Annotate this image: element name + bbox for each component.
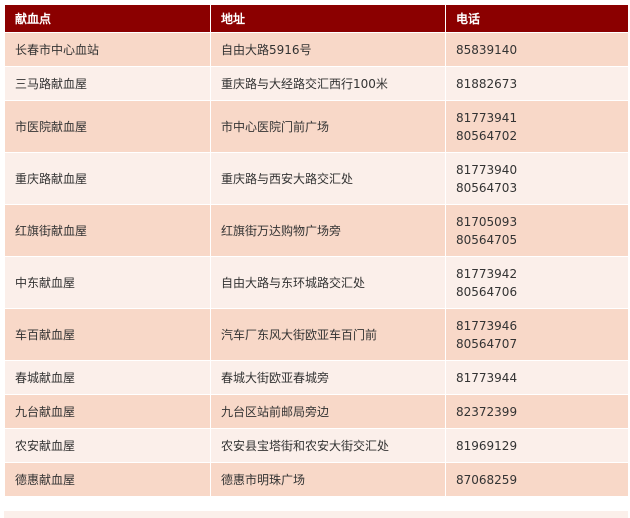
phone-number: 80564705 xyxy=(456,232,518,247)
table-row: 三马路献血屋 重庆路与大经路交汇西行100米 81882673 xyxy=(4,66,629,101)
table-row: 农安献血屋 农安县宝塔街和农安大街交汇处 81969129 xyxy=(4,428,629,463)
table-bottom-band xyxy=(4,511,628,518)
address-cell: 九台区站前邮局旁边 xyxy=(210,394,446,429)
table-row: 中东献血屋 自由大路与东环城路交汇处 81773942 80564706 xyxy=(4,256,629,309)
phone-cell: 81773941 80564702 xyxy=(445,100,629,153)
address-cell: 自由大路与东环城路交汇处 xyxy=(210,256,446,309)
table-row: 重庆路献血屋 重庆路与西安大路交汇处 81773940 80564703 xyxy=(4,152,629,205)
phone-number: 81882673 xyxy=(456,76,518,91)
blood-donation-sites-table: 献血点 地址 电话 长春市中心血站 自由大路5916号 85839140 三马路献血屋… xyxy=(4,4,629,497)
table-row: 春城献血屋 春城大街欧亚春城旁 81773944 xyxy=(4,360,629,395)
address-cell: 红旗街万达购物广场旁 xyxy=(210,204,446,257)
address-cell: 德惠市明珠广场 xyxy=(210,462,446,497)
table-row: 市医院献血屋 市中心医院门前广场 81773941 80564702 xyxy=(4,100,629,153)
site-cell: 重庆路献血屋 xyxy=(4,152,211,205)
phone-number: 87068259 xyxy=(456,472,518,487)
phone-cell: 82372399 xyxy=(445,394,629,429)
table-header-row: 献血点 地址 电话 xyxy=(4,4,629,33)
site-cell: 农安献血屋 xyxy=(4,428,211,463)
header-address: 地址 xyxy=(210,4,446,33)
phone-number: 81773940 xyxy=(456,162,518,177)
table-row: 车百献血屋 汽车厂东风大街欧亚车百门前 81773946 80564707 xyxy=(4,308,629,361)
phone-cell: 81969129 xyxy=(445,428,629,463)
phone-number: 81969129 xyxy=(456,438,518,453)
address-cell: 农安县宝塔街和农安大街交汇处 xyxy=(210,428,446,463)
phone-number: 81705093 xyxy=(456,214,518,229)
address-cell: 市中心医院门前广场 xyxy=(210,100,446,153)
address-cell: 汽车厂东风大街欧亚车百门前 xyxy=(210,308,446,361)
phone-cell: 81705093 80564705 xyxy=(445,204,629,257)
header-site: 献血点 xyxy=(4,4,211,33)
site-cell: 春城献血屋 xyxy=(4,360,211,395)
phone-number: 85839140 xyxy=(456,42,518,57)
table-row: 德惠献血屋 德惠市明珠广场 87068259 xyxy=(4,462,629,497)
phone-cell: 81773942 80564706 xyxy=(445,256,629,309)
phone-number: 81773946 xyxy=(456,318,518,333)
site-cell: 中东献血屋 xyxy=(4,256,211,309)
address-cell: 重庆路与大经路交汇西行100米 xyxy=(210,66,446,101)
phone-cell: 87068259 xyxy=(445,462,629,497)
site-cell: 德惠献血屋 xyxy=(4,462,211,497)
phone-number: 81773944 xyxy=(456,370,518,385)
phone-number: 80564706 xyxy=(456,284,518,299)
phone-cell: 81882673 xyxy=(445,66,629,101)
phone-number: 80564702 xyxy=(456,128,518,143)
address-cell: 自由大路5916号 xyxy=(210,32,446,67)
site-cell: 市医院献血屋 xyxy=(4,100,211,153)
address-cell: 春城大街欧亚春城旁 xyxy=(210,360,446,395)
phone-cell: 81773944 xyxy=(445,360,629,395)
phone-number: 82372399 xyxy=(456,404,518,419)
address-cell: 重庆路与西安大路交汇处 xyxy=(210,152,446,205)
phone-cell: 81773946 80564707 xyxy=(445,308,629,361)
site-cell: 九台献血屋 xyxy=(4,394,211,429)
site-cell: 红旗街献血屋 xyxy=(4,204,211,257)
phone-number: 81773941 xyxy=(456,110,518,125)
phone-cell: 81773940 80564703 xyxy=(445,152,629,205)
phone-number: 80564703 xyxy=(456,180,518,195)
table-row: 红旗街献血屋 红旗街万达购物广场旁 81705093 80564705 xyxy=(4,204,629,257)
site-cell: 长春市中心血站 xyxy=(4,32,211,67)
site-cell: 三马路献血屋 xyxy=(4,66,211,101)
header-phone: 电话 xyxy=(445,4,629,33)
phone-number: 81773942 xyxy=(456,266,518,281)
table-row: 九台献血屋 九台区站前邮局旁边 82372399 xyxy=(4,394,629,429)
phone-number: 80564707 xyxy=(456,336,518,351)
table-row: 长春市中心血站 自由大路5916号 85839140 xyxy=(4,32,629,67)
phone-cell: 85839140 xyxy=(445,32,629,67)
site-cell: 车百献血屋 xyxy=(4,308,211,361)
